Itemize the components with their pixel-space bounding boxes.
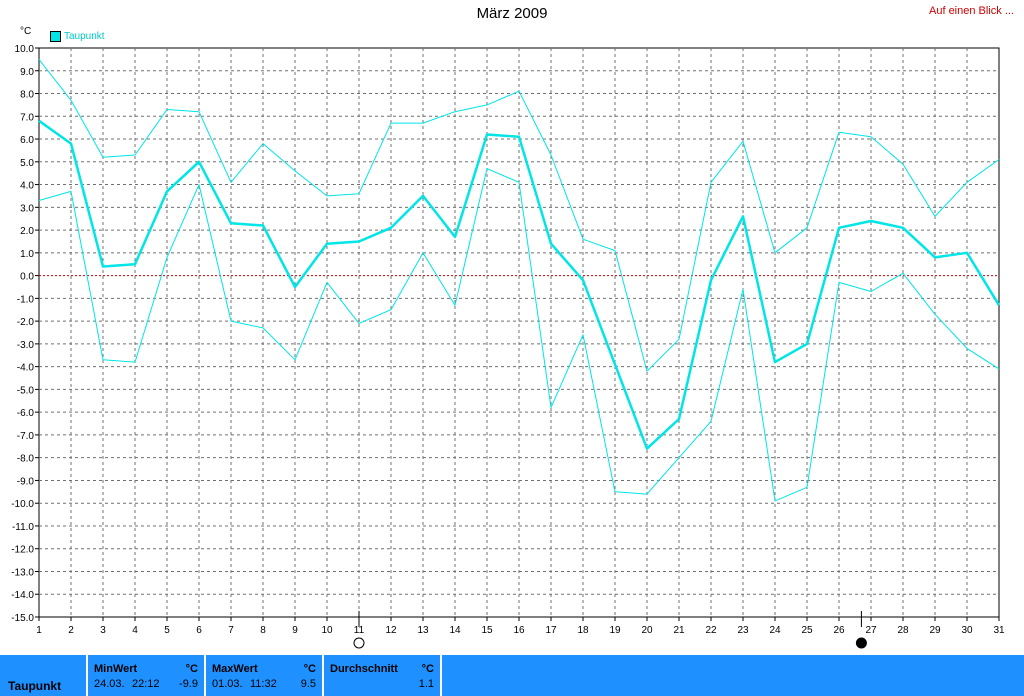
y-tick-label: -13.0	[11, 567, 34, 578]
x-tick-label: 7	[228, 625, 234, 636]
x-tick-label: 9	[292, 625, 298, 636]
stats-max-value: 9.5	[300, 678, 316, 690]
stats-min-date: 24.03.	[94, 678, 125, 690]
y-tick-label: -4.0	[17, 363, 35, 374]
x-tick-label: 3	[100, 625, 106, 636]
y-tick-label: 10.0	[15, 44, 35, 55]
stats-max-date: 01.03.	[212, 678, 243, 690]
stats-max-label: MaxWert	[212, 663, 258, 675]
y-tick-label: 1.0	[20, 249, 34, 260]
stats-avg: Durchschnitt °C 1.1	[324, 655, 440, 696]
stats-avg-label: Durchschnitt	[330, 663, 398, 675]
x-tick-label: 10	[321, 625, 333, 636]
y-tick-label: -14.0	[11, 590, 34, 601]
y-tick-label: 8.0	[20, 90, 34, 101]
stats-min-value: -9.9	[179, 678, 198, 690]
stats-bar: Taupunkt MinWert °C 24.03. 22:12 -9.9 Ma…	[0, 655, 1024, 696]
stats-min: MinWert °C 24.03. 22:12 -9.9	[88, 655, 204, 696]
stats-max: MaxWert °C 01.03. 11:32 9.5	[206, 655, 322, 696]
dewpoint-chart: 10.0 9.0 8.0 7.0 6.0 5.0 4.0 3.0 2.0 1.0 0.0 -1.0 -2…	[11, 44, 1005, 649]
stats-max-unit: °C	[303, 663, 316, 675]
y-tick-label: 3.0	[20, 203, 34, 214]
x-tick-label: 18	[577, 625, 589, 636]
y-tick-label: 6.0	[20, 135, 34, 146]
y-tick-label: 2.0	[20, 226, 34, 237]
x-tick-label: 24	[769, 625, 781, 636]
stats-separator	[440, 655, 442, 696]
y-tick-label: -12.0	[11, 545, 34, 556]
y-tick-label: -2.0	[17, 317, 35, 328]
y-tick-label: -8.0	[17, 454, 35, 465]
x-tick-label: 29	[929, 625, 941, 636]
x-tick-label: 13	[417, 625, 429, 636]
x-tick-label: 15	[481, 625, 493, 636]
new-moon-icon	[855, 637, 867, 649]
stats-row-label: Taupunkt	[0, 655, 86, 696]
x-tick-label: 25	[801, 625, 813, 636]
y-tick-label: -1.0	[17, 294, 35, 305]
y-tick-label: -10.0	[11, 499, 34, 510]
x-tick-label: 16	[513, 625, 525, 636]
stats-min-label: MinWert	[94, 663, 138, 675]
x-tick-label: 8	[260, 625, 266, 636]
y-tick-label: 9.0	[20, 67, 34, 78]
x-tick-label: 1	[36, 625, 42, 636]
x-tick-label: 21	[673, 625, 685, 636]
y-tick-label: -7.0	[17, 431, 35, 442]
y-tick-label: -9.0	[17, 476, 35, 487]
y-tick-label: 5.0	[20, 158, 34, 169]
y-tick-label: 0.0	[20, 272, 34, 283]
y-tick-label: -11.0	[12, 522, 34, 533]
stats-avg-value: 1.1	[418, 678, 434, 690]
x-tick-label: 27	[865, 625, 877, 636]
x-tick-label: 14	[449, 625, 461, 636]
y-tick-label: 7.0	[20, 112, 34, 123]
x-tick-label: 23	[737, 625, 749, 636]
x-tick-label: 20	[641, 625, 653, 636]
x-tick-label: 28	[897, 625, 909, 636]
x-tick-label: 4	[132, 625, 138, 636]
x-tick-label: 2	[68, 625, 74, 636]
x-tick-label: 30	[961, 625, 973, 636]
x-tick-label: 6	[196, 625, 202, 636]
x-tick-label: 17	[545, 625, 557, 636]
stats-avg-unit: °C	[421, 663, 434, 675]
x-tick-label: 12	[385, 625, 397, 636]
stats-row-label-text: Taupunkt	[8, 679, 62, 693]
y-tick-label: -6.0	[17, 408, 35, 419]
x-tick-label: 5	[164, 625, 170, 636]
full-moon-icon	[353, 637, 365, 649]
stats-min-unit: °C	[185, 663, 198, 675]
x-tick-label: 22	[705, 625, 717, 636]
y-tick-label: 4.0	[20, 181, 34, 192]
stats-max-time: 11:32	[250, 678, 277, 690]
x-tick-label: 26	[833, 625, 845, 636]
x-tick-label: 31	[993, 625, 1005, 636]
stats-min-time: 22:12	[132, 678, 160, 690]
y-tick-label: -3.0	[17, 340, 35, 351]
x-tick-label: 19	[609, 625, 621, 636]
y-tick-label: -15.0	[11, 613, 34, 624]
y-tick-label: -5.0	[17, 385, 35, 396]
